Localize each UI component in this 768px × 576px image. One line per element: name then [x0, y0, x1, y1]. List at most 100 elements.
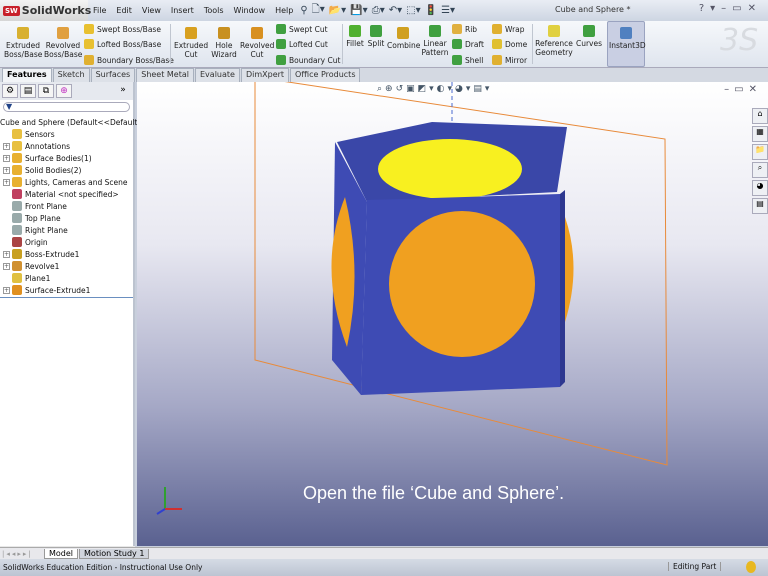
- property-manager-tab-icon[interactable]: ▤: [20, 84, 36, 98]
- tree-item[interactable]: + Surface Bodies(1): [0, 152, 133, 164]
- resources-icon[interactable]: ⌂: [752, 108, 768, 124]
- mirror-button[interactable]: Mirror: [492, 55, 527, 65]
- dimxpert-manager-tab-icon[interactable]: ⊕: [56, 84, 72, 98]
- extruded-cut-button[interactable]: Extruded Cut: [174, 27, 208, 59]
- tree-item[interactable]: Top Plane: [0, 212, 133, 224]
- status-mode: Editing Part: [668, 562, 722, 571]
- tree-item[interactable]: Origin: [0, 236, 133, 248]
- revolve-icon: [57, 27, 69, 39]
- instant3d-button[interactable]: Instant3D: [607, 21, 646, 67]
- custom-properties-icon[interactable]: ▤: [752, 198, 768, 214]
- tree-item[interactable]: Material <not specified>: [0, 188, 133, 200]
- tree-filter-input[interactable]: ▼: [3, 102, 130, 112]
- window-controls[interactable]: ?▾–▭✕: [699, 3, 762, 14]
- swept-boss-button[interactable]: Swept Boss/Base: [84, 24, 161, 34]
- status-text: SolidWorks Education Edition - Instructi…: [3, 563, 203, 572]
- expand-icon[interactable]: +: [3, 154, 10, 162]
- tab-model[interactable]: Model: [44, 548, 79, 559]
- feature-tree-tab-icon[interactable]: ⚙: [2, 84, 18, 98]
- rebuild-status-icon[interactable]: [746, 561, 756, 573]
- rib-button[interactable]: Rib: [452, 24, 477, 34]
- tree-item[interactable]: + Lights, Cameras and Scene: [0, 176, 133, 188]
- tree-item[interactable]: + Annotations: [0, 140, 133, 152]
- menu-tools[interactable]: Tools: [199, 6, 229, 15]
- tab-office-products[interactable]: Office Products: [290, 68, 361, 82]
- extruded-boss-button[interactable]: Extruded Boss/Base: [4, 27, 42, 59]
- feature-icon: [12, 165, 22, 175]
- expand-icon[interactable]: +: [3, 262, 10, 270]
- dome-button[interactable]: Dome: [492, 39, 527, 49]
- viewport-window-controls[interactable]: –▭✕: [724, 82, 762, 95]
- draft-button[interactable]: Draft: [452, 39, 484, 49]
- tree-item-label: Top Plane: [25, 213, 61, 223]
- tab-evaluate[interactable]: Evaluate: [195, 68, 240, 82]
- app-logo[interactable]: SW SolidWorks: [0, 0, 91, 21]
- expand-icon[interactable]: +: [3, 166, 10, 174]
- menu-view[interactable]: View: [137, 6, 166, 15]
- split-button[interactable]: Split: [366, 25, 386, 48]
- tab-sheet-metal[interactable]: Sheet Metal: [136, 68, 194, 82]
- tab-features[interactable]: Features: [2, 68, 52, 82]
- options-icon[interactable]: ☰▾: [441, 5, 455, 16]
- select-icon[interactable]: ⬚▾: [406, 5, 420, 16]
- tree-item[interactable]: Sensors: [0, 128, 133, 140]
- pin-icon[interactable]: ⚲: [300, 5, 307, 16]
- file-explorer-icon[interactable]: 📁: [752, 144, 768, 160]
- lofted-boss-button[interactable]: Lofted Boss/Base: [84, 39, 161, 49]
- menu-insert[interactable]: Insert: [166, 6, 199, 15]
- search-icon[interactable]: ⌕: [752, 162, 768, 178]
- design-library-icon[interactable]: ▦: [752, 126, 768, 142]
- tree-item[interactable]: + Boss-Extrude1: [0, 248, 133, 260]
- save-icon[interactable]: 💾▾: [350, 5, 367, 16]
- new-document-icon[interactable]: 🗋▾: [312, 2, 325, 19]
- tab-motion-study-1[interactable]: Motion Study 1: [79, 548, 150, 559]
- expand-icon[interactable]: +: [3, 286, 10, 294]
- boundary-cut-button[interactable]: Boundary Cut: [276, 55, 340, 65]
- tab-navigation-arrows[interactable]: |◂◂▸▸|: [0, 550, 44, 558]
- model-view: [156, 82, 668, 515]
- boundary-boss-button[interactable]: Boundary Boss/Base: [84, 55, 174, 65]
- tree-item-label: Surface Bodies(1): [25, 153, 92, 163]
- lofted-cut-button[interactable]: Lofted Cut: [276, 39, 328, 49]
- graphics-viewport[interactable]: ⌕⊕↺▣◩▾◐▾◕▾▤▾ –▭✕ Open the file ‘Cube and…: [137, 82, 768, 546]
- menu-window[interactable]: Window: [229, 6, 271, 15]
- expand-icon[interactable]: +: [3, 142, 10, 150]
- tree-item[interactable]: + Surface-Extrude1: [0, 284, 133, 296]
- linear-pattern-button[interactable]: Linear Pattern: [420, 25, 450, 57]
- tree-item[interactable]: + Solid Bodies(2): [0, 164, 133, 176]
- revolved-cut-button[interactable]: Revolved Cut: [240, 27, 274, 59]
- dome-icon: [492, 39, 502, 49]
- tree-item[interactable]: Front Plane: [0, 200, 133, 212]
- hole-wizard-button[interactable]: Hole Wizard: [208, 27, 240, 59]
- shell-button[interactable]: Shell: [452, 55, 483, 65]
- caption: Open the file ‘Cube and Sphere’.: [303, 483, 565, 503]
- tree-item[interactable]: Plane1: [0, 272, 133, 284]
- tab-sketch[interactable]: Sketch: [52, 68, 90, 82]
- tree-item[interactable]: Cube and Sphere (Default<<Default: [0, 116, 137, 128]
- open-icon[interactable]: 📂▾: [329, 5, 346, 16]
- menu-edit[interactable]: Edit: [111, 6, 137, 15]
- appearances-icon[interactable]: ◕: [752, 180, 768, 196]
- swept-cut-button[interactable]: Swept Cut: [276, 24, 328, 34]
- configuration-manager-tab-icon[interactable]: ⧉: [38, 84, 54, 98]
- expand-icon[interactable]: +: [3, 250, 10, 258]
- revolved-boss-button[interactable]: Revolved Boss/Base: [44, 27, 82, 59]
- tab-surfaces[interactable]: Surfaces: [90, 68, 136, 82]
- expand-icon[interactable]: +: [3, 178, 10, 186]
- print-icon[interactable]: ⎙▾: [372, 5, 385, 16]
- tree-item[interactable]: + Revolve1: [0, 260, 133, 272]
- tab-dimxpert[interactable]: DimXpert: [240, 68, 290, 82]
- title-bar: SW SolidWorks File Edit View Insert Tools…: [0, 0, 768, 21]
- wrap-button[interactable]: Wrap: [492, 24, 525, 34]
- combine-button[interactable]: Combine: [387, 27, 420, 50]
- curves-button[interactable]: Curves: [575, 25, 603, 48]
- tree-item[interactable]: Right Plane: [0, 224, 133, 236]
- menu-help[interactable]: Help: [270, 6, 298, 15]
- reference-geometry-button[interactable]: Reference Geometry: [535, 25, 573, 57]
- menu-file[interactable]: File: [88, 6, 111, 15]
- undo-icon[interactable]: ↶▾: [389, 5, 402, 16]
- fillet-button[interactable]: Fillet: [345, 25, 365, 48]
- expand-panel-icon[interactable]: »: [115, 84, 131, 98]
- feature-icon: [12, 201, 22, 211]
- rebuild-icon[interactable]: 🚦: [425, 5, 437, 16]
